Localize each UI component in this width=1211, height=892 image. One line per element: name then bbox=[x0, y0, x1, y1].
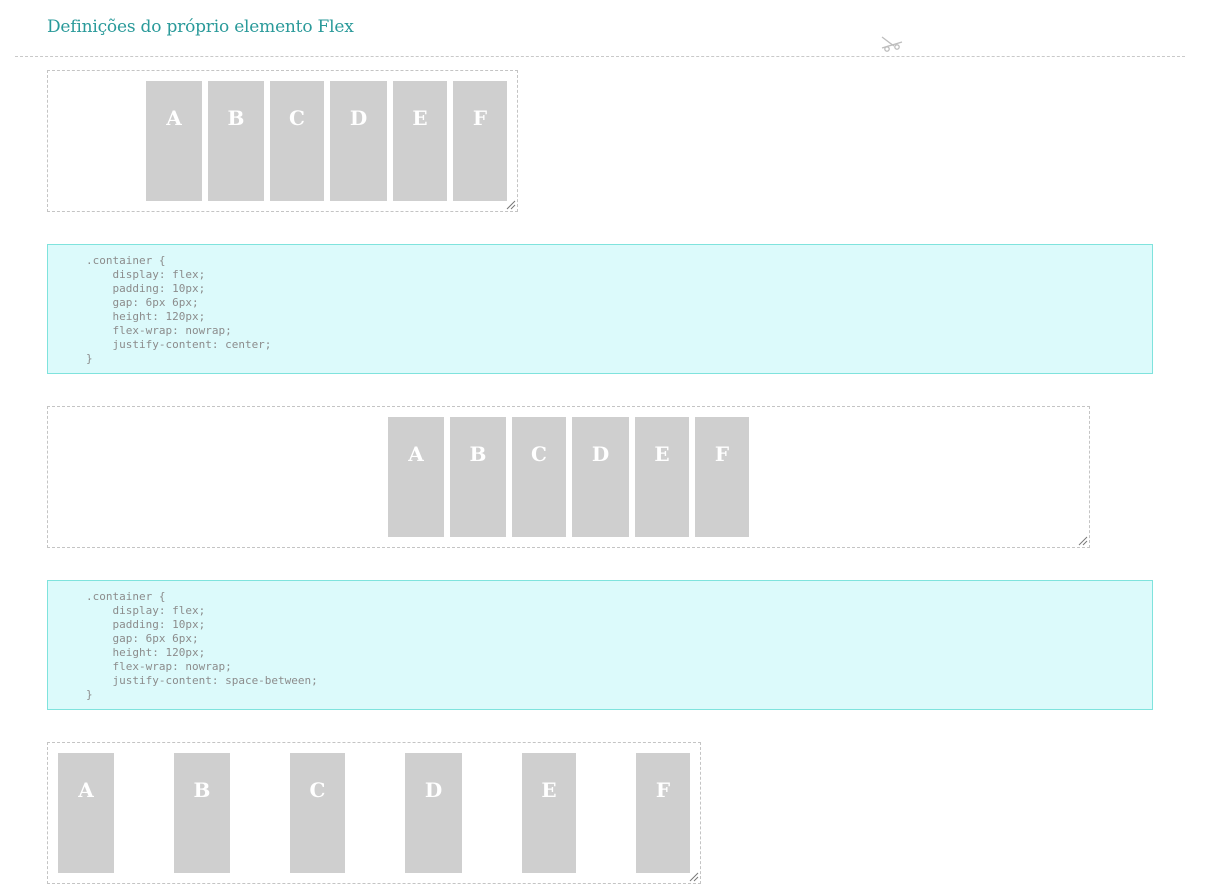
flex-item-e: E bbox=[522, 753, 576, 873]
flex-container-demo-1[interactable]: A B C D E F bbox=[47, 70, 518, 212]
flex-container-demo-2[interactable]: A B C D E F bbox=[47, 406, 1090, 548]
flex-item-c: C bbox=[270, 81, 324, 201]
flex-item-a: A bbox=[388, 417, 444, 537]
cut-line-divider bbox=[15, 56, 1185, 57]
resize-handle-icon[interactable] bbox=[506, 200, 516, 210]
page-title: Definições do próprio elemento Flex bbox=[47, 17, 354, 37]
flex-item-c: C bbox=[290, 753, 345, 873]
flex-item-b: B bbox=[174, 753, 230, 873]
css-code-block-space-between: .container { display: flex; padding: 10p… bbox=[47, 580, 1153, 710]
flex-item-b: B bbox=[450, 417, 506, 537]
flex-item-d: D bbox=[405, 753, 462, 873]
resize-handle-icon[interactable] bbox=[689, 872, 699, 882]
flex-item-c: C bbox=[512, 417, 566, 537]
css-code-text: .container { display: flex; padding: 10p… bbox=[86, 590, 318, 701]
flex-item-d: D bbox=[572, 417, 629, 537]
flex-item-e: E bbox=[393, 81, 447, 201]
flex-item-f: F bbox=[636, 753, 690, 873]
flex-item-d: D bbox=[330, 81, 387, 201]
flex-item-b: B bbox=[208, 81, 264, 201]
flex-item-a: A bbox=[146, 81, 202, 201]
flex-item-e: E bbox=[635, 417, 689, 537]
flex-item-a: A bbox=[58, 753, 114, 873]
css-code-text: .container { display: flex; padding: 10p… bbox=[86, 254, 272, 365]
css-code-block-center: .container { display: flex; padding: 10p… bbox=[47, 244, 1153, 374]
flex-container-demo-3[interactable]: A B C D E F bbox=[47, 742, 701, 884]
flex-item-f: F bbox=[453, 81, 507, 201]
flex-item-f: F bbox=[695, 417, 749, 537]
scissors-icon bbox=[881, 36, 903, 52]
resize-handle-icon[interactable] bbox=[1078, 536, 1088, 546]
